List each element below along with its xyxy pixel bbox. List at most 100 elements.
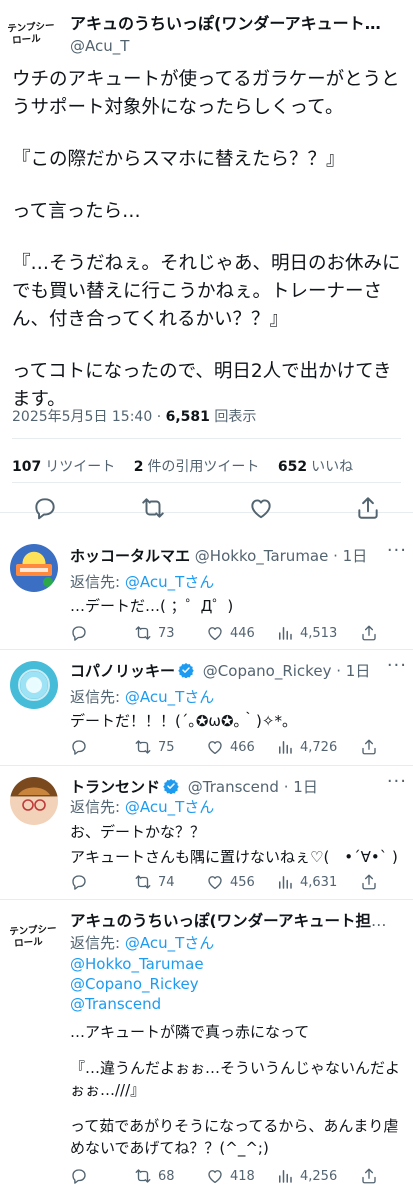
reply-author-name[interactable]: トランセンド [70,778,160,796]
views-count: 4,631 [300,874,338,890]
replying-to-link[interactable]: @Acu_Tさん [125,573,214,591]
quotes-label: 件の引用ツイート [147,459,260,475]
replying-to-link[interactable]: @Acu_Tさん [125,688,214,706]
like-button[interactable]: 466 [206,738,255,756]
reply-tweet[interactable]: ホッコータルマエ @Hokko_Tarumae · 1日 ··· 返信先: @A… [0,530,413,650]
timestamp[interactable]: 2025年5月5日 15:40 [12,409,152,425]
avatar[interactable] [10,544,58,592]
like-button[interactable]: 446 [206,624,255,642]
avatar[interactable] [10,661,58,709]
more-options-icon[interactable]: ··· [387,540,407,561]
retweet-button[interactable]: 68 [134,1167,175,1185]
reply-time[interactable]: · 1日 [284,778,318,796]
reply-action-bar: 74 456 4,631 [70,873,413,895]
like-heart-icon [208,741,222,755]
views-label: 回表示 [214,409,257,425]
replying-label: 返信先: [70,688,121,706]
reply-header: アキュのうちいっぽ(ワンダーアキュート担当ト… [70,909,400,931]
views-button[interactable]: 4,726 [276,738,337,756]
retweet-icon [135,1169,151,1183]
reply-tweet[interactable]: コパノリッキー @Copano_Rickey · 1日 ··· 返信先: @Ac… [0,649,413,766]
like-heart-icon [208,1170,222,1184]
reply-icon[interactable] [70,1167,94,1185]
reply-time[interactable]: · 1日 [336,662,370,680]
reply-text-line: …デートだ…( ；゜Д゜) [70,597,234,615]
replying-to: 返信先: @Acu_Tさん [70,686,214,707]
mention-link[interactable]: @Copano_Rickey [70,974,400,994]
reply-author-handle[interactable]: @Copano_Rickey [203,662,332,680]
reply-author-name[interactable]: ホッコータルマエ [70,547,190,565]
replying-label: 返信先: [70,798,121,816]
tweet-action-bar [0,495,413,529]
reply-icon[interactable] [32,495,58,521]
reply-author-handle[interactable]: @Transcend [188,778,279,796]
retweet-count: 74 [158,874,175,890]
quotes-stat[interactable]: 2 件の引用ツイート [134,459,260,475]
reply-author-handle[interactable]: @Hokko_Tarumae [195,547,329,565]
reply-time[interactable]: · 1日 [333,547,367,565]
like-count: 456 [230,874,255,890]
mention-link[interactable]: @Transcend [70,994,400,1014]
reply-text: …デートだ…( ；゜Д゜) [70,594,400,619]
analytics-icon [279,627,292,640]
share-icon[interactable] [355,495,381,521]
retweets-count: 107 [12,459,42,475]
retweets-label: リツイート [45,459,116,475]
replying-to: 返信先: @Acu_Tさん [70,571,214,592]
reply-text-line: …アキュートが隣で真っ赤になって [70,1023,310,1041]
reply-mentions: @Hokko_Tarumae @Copano_Rickey @Transcend [70,954,400,1014]
replying-to: 返信先: @Acu_Tさん [70,796,214,817]
logo-text-line2: ロール [11,33,42,47]
more-options-icon[interactable]: ··· [387,655,407,676]
views-button[interactable]: 4,256 [276,1167,337,1185]
replying-label: 返信先: [70,573,121,591]
retweet-count: 73 [158,625,175,641]
avatar[interactable] [10,777,58,825]
views-count: 4,256 [300,1168,338,1184]
replying-to-link[interactable]: @Acu_Tさん [125,934,214,952]
like-count: 418 [230,1168,255,1184]
retweet-button[interactable]: 75 [134,738,175,756]
like-button[interactable]: 456 [206,873,255,891]
reply-icon[interactable] [70,738,94,756]
retweet-icon [135,740,151,754]
retweet-button[interactable]: 74 [134,873,175,891]
likes-label: いいね [311,459,354,475]
more-options-icon[interactable]: ··· [387,771,407,792]
share-icon[interactable] [360,624,384,642]
replying-to-link[interactable]: @Acu_Tさん [125,798,214,816]
reply-text-line: 『…違うんだよぉぉ…そういうんじゃないんだよぉぉ…///』 [70,1059,401,1099]
reply-author-name[interactable]: コパノリッキー [70,662,175,680]
retweet-icon[interactable] [140,495,166,521]
author-name[interactable]: アキュのうちいっぽ(ワンダーアキュート担当… [70,10,390,34]
like-heart-icon[interactable] [248,495,274,521]
reply-tweet[interactable]: テンプシー ロール アキュのうちいっぽ(ワンダーアキュート担当ト… 返信先: @… [0,899,413,1200]
share-icon[interactable] [360,1167,384,1185]
share-icon[interactable] [360,873,384,891]
retweet-button[interactable]: 73 [134,624,175,642]
reply-text-line: デートだ！！！(´｡✪ω✪｡｀)✧*。 [70,712,297,730]
reply-text: …アキュートが隣で真っ赤になって 『…違うんだよぉぉ…そういうんじゃないんだよぉ… [70,1021,400,1159]
divider [12,482,401,483]
author-avatar-logo[interactable]: テンプシー ロール [7,20,57,53]
tweet-paragraph: ウチのアキュートが使ってるガラケーがとうとうサポート対象外になったらしくって。 [12,69,400,118]
retweets-stat[interactable]: 107 リツイート [12,459,115,475]
reply-icon[interactable] [70,624,94,642]
reply-text-line: って茹であがりそうになってるから、あんまり虐めないであげてね？？(^_^;) [70,1117,399,1157]
views-button[interactable]: 4,631 [276,873,337,891]
reply-tweet[interactable]: トランセンド @Transcend · 1日 ··· 返信先: @Acu_Tさん… [0,765,413,900]
mention-link[interactable]: @Hokko_Tarumae [70,954,400,974]
like-count: 466 [230,739,255,755]
views-count: 4,726 [300,739,338,755]
views-button[interactable]: 4,513 [276,624,337,642]
likes-stat[interactable]: 652 いいね [278,459,353,475]
reply-author-name[interactable]: アキュのうちいっぽ(ワンダーアキュート担当ト… [70,912,400,930]
author-handle[interactable]: @Acu_T [70,37,129,55]
reply-text-line: お、デートかな？？ [70,823,206,841]
share-icon[interactable] [360,738,384,756]
separator-dot: · [156,409,162,425]
reply-icon[interactable] [70,873,94,891]
like-button[interactable]: 418 [206,1167,255,1185]
replying-to: 返信先: @Acu_Tさん [70,932,214,953]
avatar[interactable]: テンプシー ロール [9,923,59,956]
